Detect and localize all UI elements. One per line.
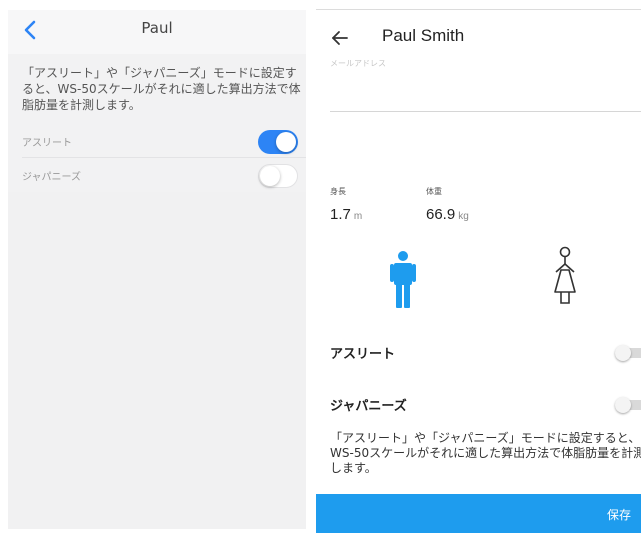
japanese-mode-label: ジャパニーズ: [330, 399, 407, 414]
japanese-mode-row: ジャパニーズ: [8, 158, 306, 192]
save-bar: 保存: [316, 494, 641, 533]
japanese-mode-switch[interactable]: [615, 397, 641, 413]
arrow-left-icon[interactable]: [330, 28, 350, 48]
athlete-mode-row: アスリート: [8, 124, 306, 158]
athlete-mode-switch[interactable]: [615, 345, 641, 361]
weight-value: 66.9: [426, 206, 456, 223]
athlete-mode-row: アスリート: [316, 337, 641, 367]
content-background: [8, 192, 306, 529]
japanese-mode-toggle[interactable]: [258, 164, 298, 188]
ios-settings-screen: Paul 「アスリート」や「ジャパニーズ」モードに設定すると、WS-50スケール…: [8, 10, 306, 529]
switch-thumb: [615, 397, 631, 413]
height-unit: m: [353, 211, 363, 222]
male-person-icon[interactable]: [389, 250, 417, 310]
japanese-mode-label: ジャパニーズ: [22, 172, 81, 183]
switch-thumb: [615, 345, 631, 361]
page-title: Paul: [141, 19, 173, 37]
female-person-icon[interactable]: [552, 246, 578, 308]
page-title: Paul Smith: [382, 26, 465, 45]
japanese-mode-row: ジャパニーズ: [316, 389, 641, 419]
height-value: 1.7: [330, 206, 351, 223]
athlete-mode-toggle[interactable]: [258, 130, 298, 154]
athlete-mode-label: アスリート: [330, 347, 396, 362]
save-button[interactable]: 保存: [607, 506, 631, 523]
mode-description: 「アスリート」や「ジャパニーズ」モードに設定すると、WS-50スケールがそれに適…: [330, 431, 641, 475]
ios-navbar: Paul: [8, 10, 306, 54]
weight-field[interactable]: 66.9 kg: [426, 206, 469, 223]
android-profile-screen: Paul Smith メールアドレス 身長 体重 1.7 m 66.9 kg アスリ…: [316, 9, 641, 533]
toggle-knob: [260, 166, 280, 186]
athlete-mode-label: アスリート: [22, 138, 72, 149]
weight-unit: kg: [458, 211, 469, 222]
height-label: 身長: [330, 187, 346, 196]
toggle-knob: [276, 132, 296, 152]
weight-label: 体重: [426, 187, 442, 196]
height-field[interactable]: 1.7 m: [330, 206, 362, 223]
email-field-label: メールアドレス: [330, 59, 386, 68]
email-field[interactable]: [330, 111, 641, 112]
mode-description: 「アスリート」や「ジャパニーズ」モードに設定すると、WS-50スケールがそれに適…: [22, 66, 301, 112]
